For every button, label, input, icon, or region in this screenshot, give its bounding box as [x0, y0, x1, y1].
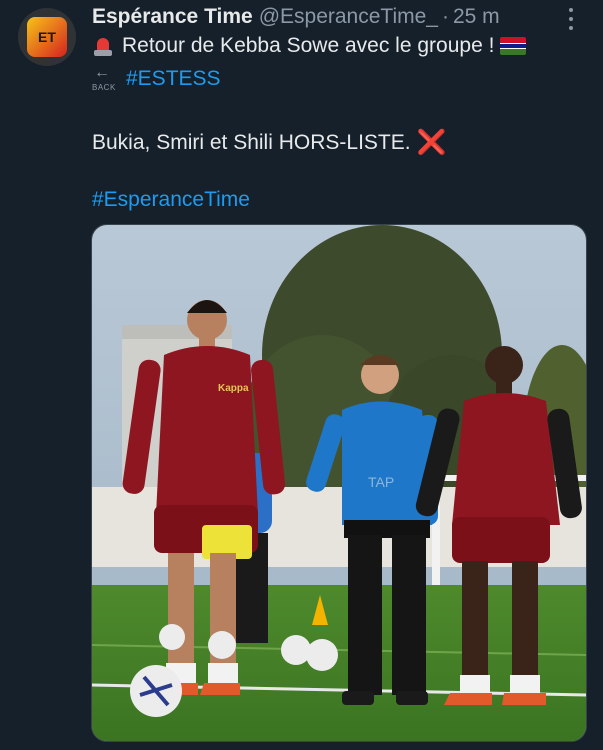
more-dot	[569, 8, 573, 12]
tweet-header: Espérance Time @EsperanceTime_ · 25 m	[92, 4, 587, 30]
tweet-text-line-3: Bukia, Smiri et Shili HORS-LISTE. ❌	[92, 128, 446, 157]
back-arrow-icon: ← BACK	[92, 64, 116, 93]
avatar-logo-icon: ET	[27, 17, 67, 57]
photo-watermark: TAP	[368, 474, 394, 490]
training-photo-illustration: Kappa TAP	[92, 225, 586, 741]
timestamp[interactable]: 25 m	[453, 5, 500, 29]
avatar[interactable]: ET	[18, 8, 76, 66]
tweet-text-line-2: ← BACK #ESTESS	[92, 64, 221, 93]
siren-icon	[92, 35, 114, 57]
more-dot	[569, 26, 573, 30]
tweet-text-return: Retour de Kebba Sowe avec le groupe !	[122, 34, 495, 57]
display-name[interactable]: Espérance Time	[92, 5, 253, 29]
hashtag-esperancetime-link[interactable]: #EsperanceTime	[92, 188, 250, 212]
tweet-text-line-1: Retour de Kebba Sowe avec le groupe !	[92, 34, 527, 58]
more-options-icon[interactable]	[569, 8, 575, 30]
gambia-flag-icon	[500, 37, 527, 55]
cross-mark-icon: ❌	[416, 129, 447, 156]
tweet-photo[interactable]: Kappa TAP	[91, 224, 587, 742]
more-dot	[569, 17, 573, 21]
back-label: BACK	[92, 83, 116, 92]
user-handle[interactable]: @EsperanceTime_	[259, 5, 438, 29]
tweet-text-line-4: #EsperanceTime	[92, 188, 250, 212]
jersey-brand-text: Kappa	[218, 383, 249, 394]
separator-dot: ·	[441, 5, 449, 28]
tweet-text-absent: Bukia, Smiri et Shili HORS-LISTE.	[92, 130, 411, 154]
hashtag-estess-link[interactable]: #ESTESS	[126, 67, 221, 91]
